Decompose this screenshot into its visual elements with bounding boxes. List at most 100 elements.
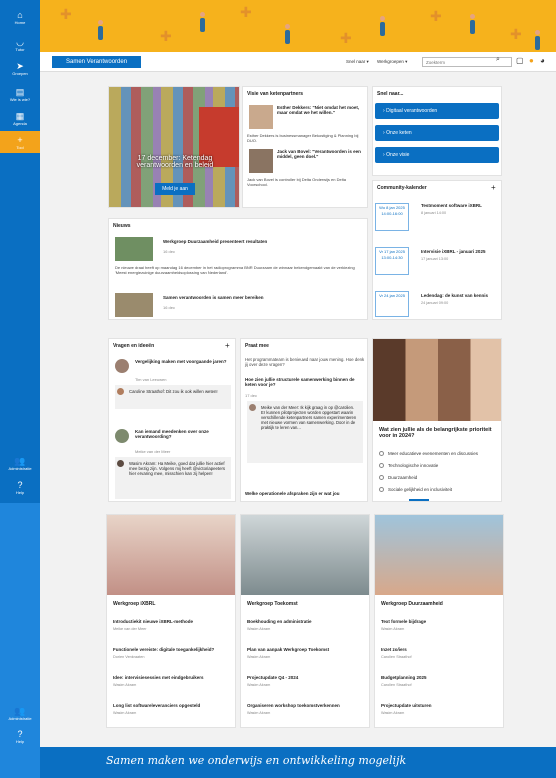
quicklink-label: Onze visie	[386, 152, 410, 158]
question-title[interactable]: Kan iemand meedenken over onze verantwoo…	[135, 429, 231, 439]
event-time: 17 januari 13:00	[421, 257, 449, 261]
news-title[interactable]: Werkgroep Duurzaamheid presenteert resul…	[163, 239, 267, 244]
rail-item-administratie-2[interactable]: 👥 Administratie	[0, 706, 40, 721]
rail-label: Agenda	[13, 121, 27, 126]
werkgroep-card: Werkgroep Duurzaamheid Text formele bijd…	[374, 514, 504, 728]
snel-naar-menu[interactable]: Snel naar ▾	[346, 59, 369, 65]
news-title[interactable]: Samen verantwoorden is samen meer bereik…	[163, 295, 264, 300]
puzzle-icon: ✚	[160, 28, 172, 44]
person-illustration-body	[470, 20, 475, 34]
quote-jack[interactable]: Jack van Bovel: "Verantwoorden is een mi…	[277, 149, 365, 159]
rail-item-administratie[interactable]: 👥 Administratie	[0, 456, 40, 471]
search-icon[interactable]: ⌕	[496, 56, 500, 64]
rail-item-agenda[interactable]: ▦ Agenda	[0, 111, 40, 126]
praat-intro: Het programmateam is benieuwd naar jouw …	[245, 357, 365, 367]
rail-label: Tool	[16, 145, 24, 150]
person-illustration-body	[98, 26, 103, 40]
rail-label: Wie is wie?	[9, 97, 31, 102]
quicklink-digitaal-button[interactable]: › Digitaal verantwoorden	[375, 103, 499, 119]
praat-mee-card: Praat mee Het programmateam is benieuwd …	[240, 338, 368, 502]
chat-icon[interactable]: ▢	[516, 56, 524, 65]
avatar	[115, 359, 129, 373]
quote-esther[interactable]: Esther Dekkers: "Niet omdat het moet, ma…	[277, 105, 365, 115]
event-title[interactable]: Intervisie iXBRL - januari 2025	[421, 249, 485, 254]
werkgroep-item[interactable]: Plan van aanpak Werkgroep Toekomst	[247, 647, 329, 652]
vragen-card: Vragen en ideeën + Vergelijking maken me…	[108, 338, 236, 502]
question-reply: Wasim Akram: Ha Meike, goed dat jullie h…	[115, 457, 231, 499]
avatar	[115, 429, 129, 443]
werkgroep-item[interactable]: Idee: intervisiesessies met eindgebruike…	[113, 675, 204, 680]
werkgroep-title[interactable]: Werkgroep iXBRL	[113, 601, 155, 607]
werkgroep-item[interactable]: Projectupdate Q4 - 2024	[247, 675, 298, 680]
puzzle-icon: ✚	[240, 4, 252, 20]
poll-option[interactable]: Technologische innovatie	[379, 463, 438, 469]
question-reply: Caroline Straathof: Dit zou ik ook wille…	[115, 385, 231, 409]
werkgroep-item-author: Dorien Venkraaten	[113, 655, 145, 659]
werkgroep-item[interactable]: Budgetplanning 2025	[381, 675, 427, 680]
poll-option[interactable]: Meer educatieve evenementen en discussie…	[379, 451, 479, 457]
left-nav-rail-lower: 👥 Administratie ? Help	[0, 503, 40, 778]
radio-icon	[379, 463, 384, 469]
add-event-icon[interactable]: +	[491, 183, 496, 192]
werkgroep-item[interactable]: Text formele bijdrage	[381, 619, 426, 624]
werkgroepen-menu[interactable]: Werkgroepen ▾	[377, 59, 407, 65]
top-bar: Samen Verantwoorden Snel naar ▾ Werkgroe…	[40, 52, 556, 72]
calendar-icon: ▦	[15, 111, 25, 121]
quicklink-keten-button[interactable]: › Onze keten	[375, 125, 499, 141]
werkgroep-title[interactable]: Werkgroep Duurzaamheid	[381, 601, 443, 607]
quicklink-visie-button[interactable]: › Onze visie	[375, 147, 499, 163]
rail-item-groepen[interactable]: ➤ Groepen	[0, 61, 40, 76]
plus-icon: +	[17, 135, 23, 145]
visie-card: Visie van ketenpartners Esther Dekkers: …	[242, 86, 368, 208]
rail-item-help-2[interactable]: ? Help	[0, 729, 40, 744]
footer-tagline: Samen maken we onderwijs en ontwikkeling…	[106, 754, 407, 767]
question-title[interactable]: Vergelijking maken met voorgaande jaren?	[135, 359, 231, 364]
werkgroep-item[interactable]: Organiseren workshop toekomstverkennen	[247, 703, 340, 708]
werkgroep-item[interactable]: Introductiekit nieuwe iXBRL-methode	[113, 619, 193, 624]
rail-item-wie-is-wie[interactable]: ▤ Wie is wie?	[0, 87, 40, 102]
poll-option[interactable]: Sociale gelijkheid en inclusiviteit	[379, 487, 452, 493]
praat-heading: Praat mee	[245, 343, 269, 349]
vragen-heading: Vragen en ideeën	[113, 343, 155, 349]
praat-question[interactable]: Hoe zien jullie structurele samenwerking…	[245, 377, 365, 387]
werkgroep-item-author: Wasim Akram	[381, 627, 405, 631]
notification-icon[interactable]: ●	[529, 56, 534, 65]
praat-reply: Meike van der Meer: Ik kijk graag in op …	[247, 401, 363, 463]
help-icon: ?	[17, 729, 23, 739]
werkgroep-title[interactable]: Werkgroep Toekomst	[247, 601, 298, 607]
werkgroep-item[interactable]: Projectupdate uitsturen	[381, 703, 432, 708]
news-thumbnail	[115, 237, 153, 261]
person-illustration	[535, 30, 540, 35]
rail-item-help[interactable]: ? Help	[0, 480, 40, 495]
avatar[interactable]: ◕	[540, 56, 545, 65]
rail-item-tutor[interactable]: ◡ Tutor	[0, 37, 40, 52]
werkgroep-item[interactable]: Long list softwareleveranciers opgesteld	[113, 703, 200, 708]
meld-je-aan-button[interactable]: Meld je aan	[155, 183, 195, 195]
rail-item-home[interactable]: ⌂ Home	[0, 10, 40, 25]
werkgroep-item[interactable]: Inzet zo/iers	[381, 647, 407, 652]
poll-option[interactable]: Duurzaamheid	[379, 475, 417, 481]
visie-heading: Visie van ketenpartners	[247, 91, 304, 97]
quicklink-label: Digitaal verantwoorden	[386, 108, 438, 114]
quote-jack-desc: Jack van Bovel is controller bij Delta O…	[247, 177, 346, 187]
rail-item-tool[interactable]: + Tool	[0, 131, 40, 153]
event-title[interactable]: Testmoment software iXBRL	[421, 203, 482, 208]
person-illustration-body	[285, 30, 290, 44]
hero-title: 17 december: Ketendag verantwoorden en b…	[136, 155, 214, 169]
event-title[interactable]: Ledendag: de kunst van kennis	[421, 293, 488, 298]
event-time: 8 januari 14:00	[421, 211, 447, 215]
rail-label: Home	[14, 20, 26, 25]
person-illustration	[380, 16, 385, 21]
site-title[interactable]: Samen Verantwoorden	[52, 56, 142, 68]
snel-heading: Snel naar...	[377, 91, 404, 97]
poll-option-label: Meer educatieve evenementen en discussie…	[388, 451, 479, 456]
werkgroep-item[interactable]: Functionele vereiste: digitale toegankel…	[113, 647, 214, 652]
person-illustration	[98, 20, 103, 25]
add-question-icon[interactable]: +	[225, 341, 230, 350]
person-illustration	[470, 14, 475, 19]
werkgroep-item[interactable]: Boekhouding en administratie	[247, 619, 312, 624]
praat-question[interactable]: Welke operationele afspraken zijn er wat…	[245, 491, 365, 496]
poll-image	[373, 339, 501, 421]
rail-label: Groepen	[12, 71, 28, 76]
person-illustration	[200, 12, 205, 17]
